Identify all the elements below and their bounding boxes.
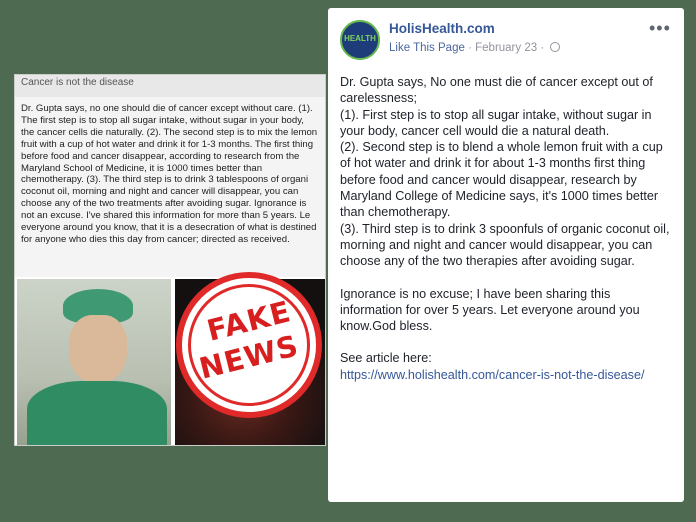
avatar-label: HEALTH	[344, 34, 376, 43]
post-paragraph: (3). Third step is to drink 3 spoonfuls …	[340, 221, 670, 269]
page-avatar[interactable]: HEALTH	[340, 20, 380, 60]
screenshot-title: Cancer is not the disease	[21, 77, 134, 88]
post-paragraph: See article here:	[340, 351, 432, 366]
post-paragraph: Ignorance is no excuse; I have been shar…	[340, 286, 640, 334]
more-options-icon[interactable]: •••	[649, 18, 671, 39]
facebook-post: HEALTH HolisHealth.com Like This Page · …	[328, 8, 684, 502]
post-meta: Like This Page · February 23 ·	[389, 42, 561, 54]
screenshot-text: Dr. Gupta says, no one should die of can…	[15, 97, 325, 277]
meta-separator-2: ·	[540, 42, 545, 54]
meta-separator: ·	[468, 42, 472, 54]
like-page-link[interactable]: Like This Page	[389, 42, 465, 54]
post-paragraph: (1). First step is to stop all sugar int…	[340, 107, 652, 138]
fake-news-stamp: FAKE NEWS	[176, 272, 322, 418]
doctor-photo	[17, 279, 171, 445]
surgical-gown	[27, 381, 167, 445]
post-date[interactable]: February 23	[475, 42, 537, 54]
post-paragraph: Dr. Gupta says, No one must die of cance…	[340, 75, 653, 106]
screenshot-header: Cancer is not the disease	[15, 75, 325, 97]
page-name-link[interactable]: HolisHealth.com	[389, 21, 495, 36]
doctor-face	[69, 315, 127, 383]
post-paragraph: (2). Second step is to blend a whole lem…	[340, 140, 663, 220]
globe-icon	[550, 42, 561, 52]
post-body: Dr. Gupta says, No one must die of cance…	[340, 74, 676, 383]
article-link[interactable]: https://www.holishealth.com/cancer-is-no…	[340, 367, 676, 383]
